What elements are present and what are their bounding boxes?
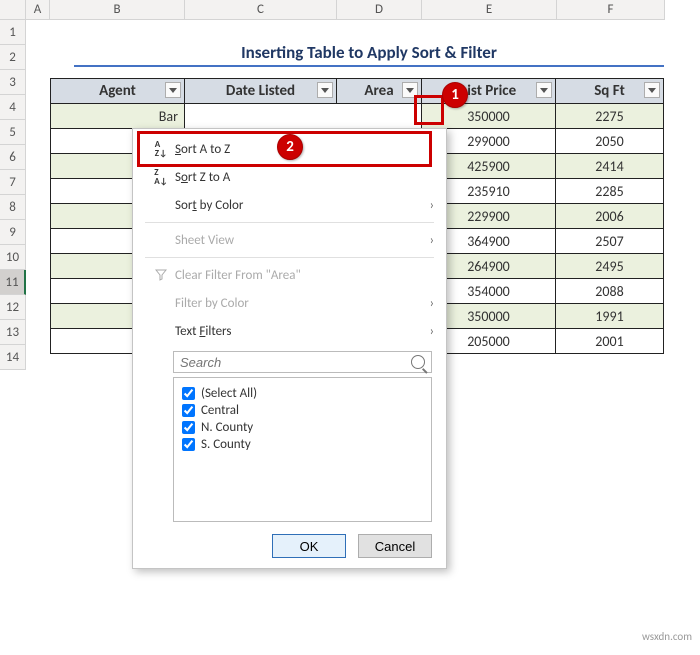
row-header[interactable]: 11: [0, 270, 26, 295]
cell-agent[interactable]: Bar: [51, 104, 185, 129]
col-header-F[interactable]: F: [557, 0, 665, 20]
row-header[interactable]: 12: [0, 295, 26, 320]
filter-dropdown-agent[interactable]: [165, 82, 181, 98]
cell-price[interactable]: 350000: [422, 104, 556, 129]
column-headers: A B C D E F: [0, 0, 665, 20]
select-all-corner[interactable]: [0, 0, 26, 20]
col-header-E[interactable]: E: [422, 0, 557, 20]
ok-button[interactable]: OK: [272, 534, 346, 558]
cell-sqft[interactable]: 2088: [556, 279, 664, 304]
cell-sqft[interactable]: 1991: [556, 304, 664, 329]
cell-date: [185, 104, 337, 129]
clear-filter-item: Clear Filter From "Area": [133, 261, 446, 289]
filter-option[interactable]: N. County: [182, 420, 423, 435]
filter-search-input[interactable]: [180, 355, 411, 370]
filter-option[interactable]: S. County: [182, 437, 423, 452]
cell-sqft[interactable]: 2507: [556, 229, 664, 254]
col-header-D[interactable]: D: [337, 0, 422, 20]
row-header[interactable]: 6: [0, 145, 26, 170]
filter-checkbox[interactable]: [182, 421, 195, 434]
cell-sqft[interactable]: 2001: [556, 329, 664, 354]
filter-dropdown-area[interactable]: [402, 82, 418, 98]
annotation-badge-1: 1: [442, 82, 468, 108]
sort-by-color-item[interactable]: Sort by Color ›: [133, 191, 446, 219]
chevron-right-icon: ›: [430, 324, 434, 339]
filter-search-box[interactable]: [173, 351, 432, 373]
search-icon: [411, 355, 425, 369]
cell-sqft[interactable]: 2050: [556, 129, 664, 154]
col-header-B[interactable]: B: [50, 0, 185, 20]
funnel-icon: [155, 269, 167, 281]
cell-sqft[interactable]: 2006: [556, 204, 664, 229]
filter-dropdown-sqft[interactable]: [644, 82, 660, 98]
watermark: wsxdn.com: [642, 630, 692, 643]
filter-dropdown-price[interactable]: [536, 82, 552, 98]
table-row[interactable]: Bar 3500002275: [51, 104, 664, 129]
row-header[interactable]: 3: [0, 70, 26, 95]
filter-checkbox[interactable]: [182, 387, 195, 400]
header-sqft: Sq Ft: [556, 79, 664, 104]
chevron-right-icon: ›: [430, 296, 434, 311]
cell-sqft[interactable]: 2275: [556, 104, 664, 129]
cell-area: [337, 104, 422, 129]
row-header[interactable]: 2: [0, 45, 26, 70]
row-header[interactable]: 13: [0, 320, 26, 345]
filter-checkbox[interactable]: [182, 438, 195, 451]
title-underline: [74, 65, 664, 67]
cell-sqft[interactable]: 2495: [556, 254, 664, 279]
row-headers: 1 2 3 4 5 6 7 8 9 10 11 12 13 14: [0, 20, 26, 370]
page-title: Inserting Table to Apply Sort & Filter: [74, 42, 664, 63]
filter-checklist: (Select All) Central N. County S. County: [173, 377, 432, 522]
filter-dropdown-date[interactable]: [317, 82, 333, 98]
filter-option[interactable]: (Select All): [182, 386, 423, 401]
text-filters-item[interactable]: Text Filters ›: [133, 317, 446, 345]
row-header[interactable]: 1: [0, 20, 26, 45]
header-date: Date Listed: [185, 79, 337, 104]
filter-by-color-item: Filter by Color ›: [133, 289, 446, 317]
cancel-button[interactable]: Cancel: [358, 534, 432, 558]
filter-option[interactable]: Central: [182, 403, 423, 418]
col-header-A[interactable]: A: [26, 0, 50, 20]
sort-za-item[interactable]: ZA↓ Sort Z to A: [133, 163, 446, 191]
filter-checkbox[interactable]: [182, 404, 195, 417]
chevron-right-icon: ›: [430, 233, 434, 248]
cell-sqft[interactable]: 2414: [556, 154, 664, 179]
filter-menu: AZ↓ SSort A to Zort A to Z ZA↓ Sort Z to…: [132, 128, 447, 569]
sort-za-icon: ZA↓: [154, 168, 168, 186]
row-header[interactable]: 5: [0, 120, 26, 145]
annotation-badge-2: 2: [277, 134, 303, 160]
cell-sqft[interactable]: 2285: [556, 179, 664, 204]
sort-az-icon: AZ↓: [155, 140, 167, 158]
chevron-right-icon: ›: [430, 198, 434, 213]
row-header[interactable]: 8: [0, 195, 26, 220]
header-area: Area: [337, 79, 422, 104]
row-header[interactable]: 7: [0, 170, 26, 195]
sheet-view-item: Sheet View ›: [133, 226, 446, 254]
header-agent: Agent: [51, 79, 185, 104]
col-header-C[interactable]: C: [185, 0, 337, 20]
row-header[interactable]: 10: [0, 245, 26, 270]
row-header[interactable]: 14: [0, 345, 26, 370]
row-header[interactable]: 9: [0, 220, 26, 245]
row-header[interactable]: 4: [0, 95, 26, 120]
